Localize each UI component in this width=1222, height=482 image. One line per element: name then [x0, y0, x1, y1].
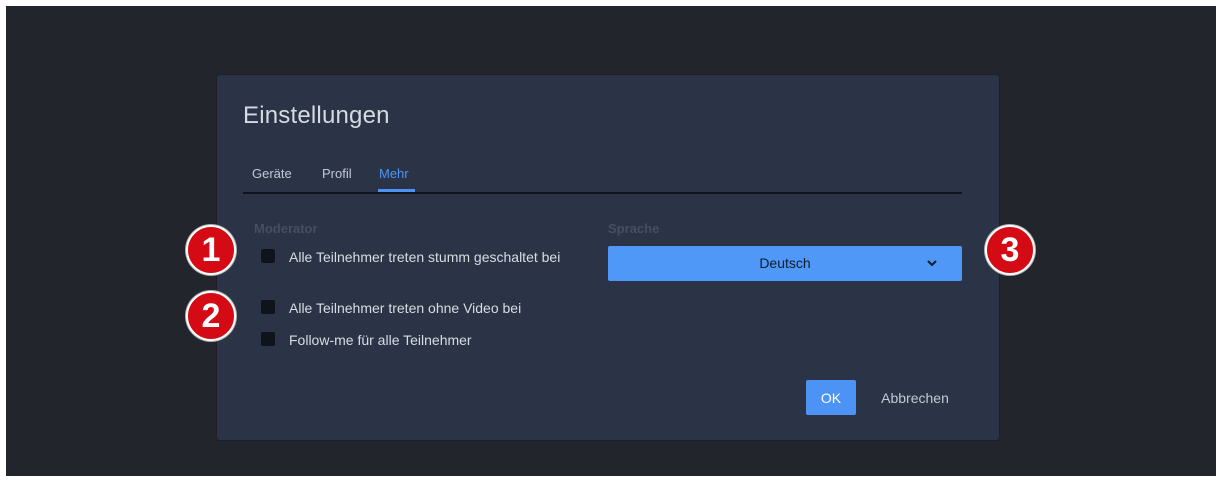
mute-on-join-checkbox[interactable]	[261, 249, 275, 263]
language-selected-value: Deutsch	[759, 255, 811, 271]
chevron-down-icon	[927, 260, 937, 266]
no-video-on-join-checkbox[interactable]	[261, 300, 275, 314]
settings-tabs: Geräte Profil Mehr	[243, 163, 962, 194]
follow-me-checkbox[interactable]	[261, 332, 275, 346]
tab-devices[interactable]: Geräte	[252, 166, 292, 181]
no-video-on-join-label: Alle Teilnehmer treten ohne Video bei	[289, 300, 522, 316]
mute-on-join-label: Alle Teilnehmer treten stumm geschaltet …	[289, 249, 561, 265]
cancel-button[interactable]: Abbrechen	[871, 380, 959, 415]
language-select[interactable]: Deutsch	[608, 246, 962, 281]
language-section-label: Sprache	[608, 221, 660, 236]
active-tab-indicator	[378, 189, 415, 192]
follow-me-label: Follow-me für alle Teilnehmer	[289, 332, 472, 348]
moderator-section-label: Moderator	[254, 221, 318, 236]
callout-marker-2: 2	[186, 291, 236, 341]
callout-marker-3: 3	[985, 225, 1035, 275]
dialog-title: Einstellungen	[243, 102, 390, 129]
callout-marker-1: 1	[186, 225, 236, 275]
tab-more[interactable]: Mehr	[379, 166, 409, 181]
settings-dialog: Einstellungen Geräte Profil Mehr Moderat…	[217, 75, 999, 440]
ok-button[interactable]: OK	[806, 380, 856, 415]
tab-profile[interactable]: Profil	[322, 166, 352, 181]
